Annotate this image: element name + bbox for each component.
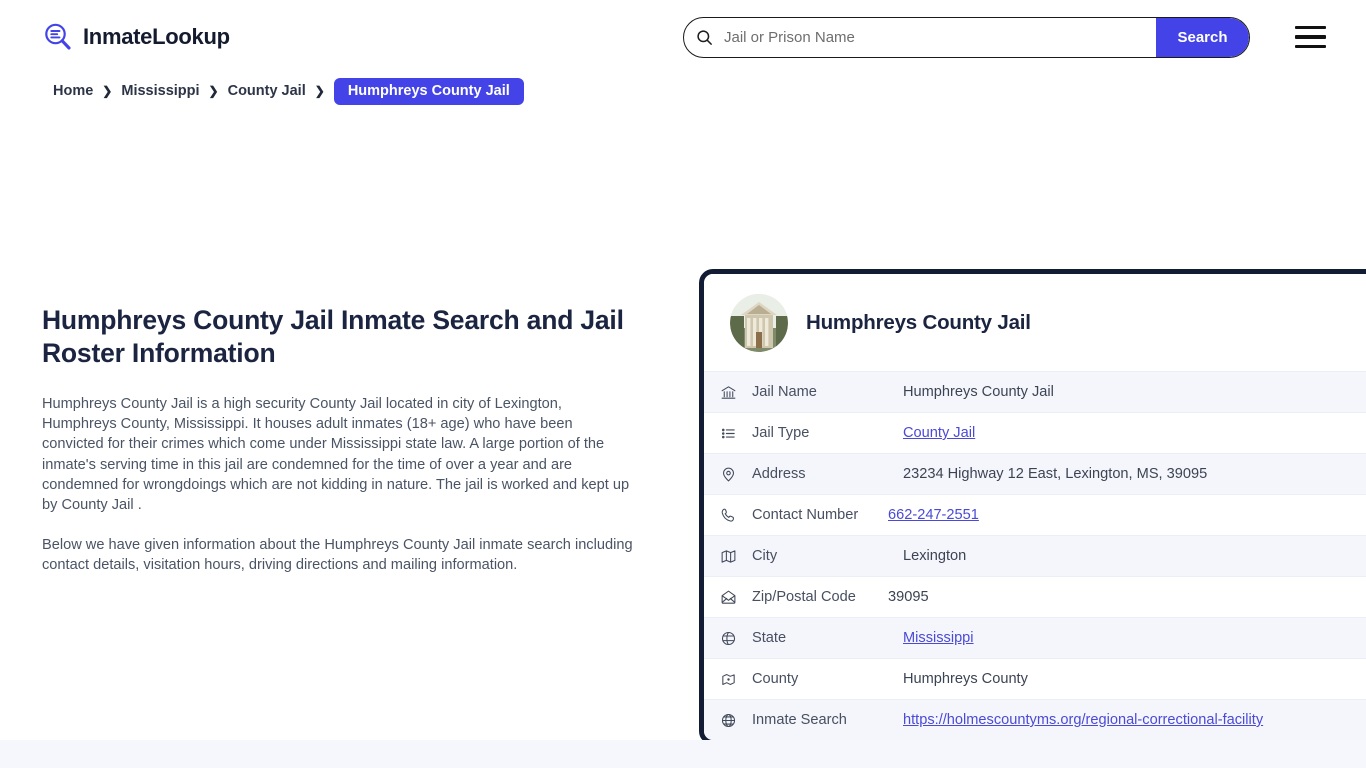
row-label: County	[752, 671, 799, 687]
list-icon	[704, 425, 752, 442]
brand-logo-link[interactable]: InmateLookup	[42, 21, 230, 53]
breadcrumb-item-current: Humphreys County Jail	[333, 77, 524, 105]
article-column: Humphreys County Jail Inmate Search and …	[42, 304, 634, 595]
row-value: Lexington	[903, 548, 967, 564]
chevron-right-icon: ❯	[208, 84, 219, 98]
state-link[interactable]: Mississippi	[903, 630, 974, 646]
row-label: Jail Type	[752, 425, 810, 441]
search-icon	[684, 18, 718, 57]
table-row: Address 23234 Highway 12 East, Lexington…	[704, 453, 1366, 494]
bank-icon	[704, 384, 752, 401]
search-button[interactable]: Search	[1156, 18, 1249, 57]
hamburger-bar	[1295, 26, 1326, 30]
jail-card-header: Humphreys County Jail	[704, 274, 1366, 371]
row-label: Inmate Search	[752, 712, 847, 728]
main-content: Humphreys County Jail Inmate Search and …	[0, 104, 1366, 745]
article-paragraph-2: Below we have given information about th…	[42, 536, 633, 574]
contact-number-link[interactable]: 662-247-2551	[888, 507, 979, 523]
table-row: Jail Type County Jail	[704, 412, 1366, 453]
search-list-icon	[42, 21, 74, 53]
row-label: State	[752, 630, 787, 646]
chevron-right-icon: ❯	[102, 84, 113, 98]
table-row: Zip/Postal Code 39095	[704, 576, 1366, 617]
hamburger-menu-icon[interactable]	[1295, 26, 1326, 48]
row-label: Jail Name	[752, 384, 817, 400]
table-row: Contact Number 662-247-2551	[704, 494, 1366, 535]
hamburger-bar	[1295, 44, 1326, 48]
article-paragraph-1: Humphreys County Jail is a high security…	[42, 396, 630, 513]
row-label: Contact Number	[752, 507, 859, 523]
row-label: Zip/Postal Code	[752, 589, 856, 605]
globe-icon	[704, 712, 752, 729]
table-row: County Humphreys County	[704, 658, 1366, 699]
breadcrumb-item-mississippi[interactable]: Mississippi	[121, 83, 199, 99]
row-label: Address	[752, 466, 806, 482]
hamburger-bar	[1295, 35, 1326, 39]
row-value: Humphreys County	[903, 671, 1028, 687]
table-row: City Lexington	[704, 535, 1366, 576]
envelope-icon	[704, 589, 752, 606]
row-value: 23234 Highway 12 East, Lexington, MS, 39…	[903, 466, 1208, 482]
table-row: Inmate Search https://holmescountyms.org…	[704, 699, 1366, 740]
globe-pin-icon	[704, 630, 752, 647]
map-icon	[704, 548, 752, 565]
jail-info-card: Humphreys County Jail Jail Name Humphrey…	[699, 269, 1366, 745]
search-input[interactable]	[718, 18, 1156, 57]
map-pin-icon	[704, 466, 752, 483]
breadcrumb: Home ❯ Mississippi ❯ County Jail ❯ Humph…	[53, 77, 1366, 105]
row-value: Humphreys County Jail	[903, 384, 1054, 400]
table-row: Jail Name Humphreys County Jail	[704, 371, 1366, 412]
brand-name: InmateLookup	[83, 24, 230, 49]
page-title: Humphreys County Jail Inmate Search and …	[42, 305, 624, 368]
breadcrumb-item-county-jail[interactable]: County Jail	[228, 83, 306, 99]
row-value: Mississippi	[886, 630, 974, 646]
footer-band	[0, 740, 1366, 768]
row-value: https://holmescountyms.org/regional-corr…	[886, 712, 1263, 728]
row-value: 39095	[888, 589, 929, 605]
county-icon	[704, 671, 752, 688]
phone-icon	[704, 507, 752, 524]
table-row: State Mississippi	[704, 617, 1366, 658]
row-value: 662-247-2551	[886, 507, 979, 523]
inmate-search-link[interactable]: https://holmescountyms.org/regional-corr…	[903, 712, 1263, 728]
jail-card-title: Humphreys County Jail	[806, 311, 1031, 334]
row-value: County Jail	[886, 425, 975, 441]
courthouse-image	[730, 294, 788, 352]
chevron-right-icon: ❯	[314, 84, 325, 98]
avatar	[730, 294, 788, 352]
breadcrumb-item-home[interactable]: Home	[53, 83, 93, 99]
row-label: City	[752, 548, 778, 564]
site-header: InmateLookup Search	[0, 0, 1366, 74]
search-bar[interactable]: Search	[683, 17, 1250, 58]
jail-type-link[interactable]: County Jail	[903, 425, 975, 441]
